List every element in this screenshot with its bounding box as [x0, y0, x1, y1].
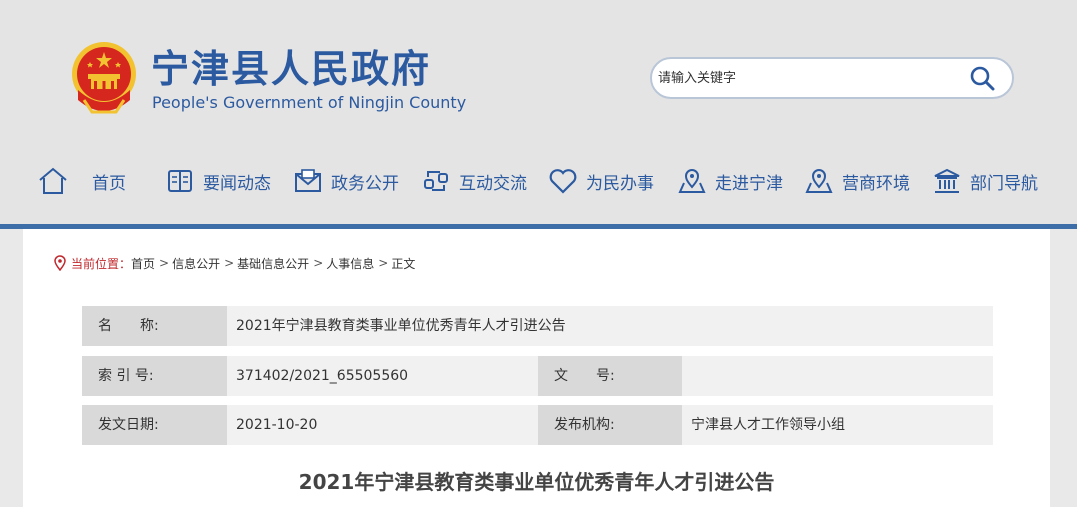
nav-label-departments: 部门导航	[970, 173, 1038, 194]
nav-item-gov-affairs[interactable]: 政务公开	[291, 156, 399, 206]
nav-item-departments[interactable]: 部门导航	[930, 156, 1038, 206]
index-number-label: 索 引 号:	[82, 356, 227, 396]
info-row-name: 名 称: 2021年宁津县教育类事业单位优秀青年人才引进公告	[82, 306, 993, 346]
search-input[interactable]	[656, 63, 946, 93]
search-box	[650, 57, 1014, 99]
breadcrumb-current: 正文	[391, 256, 416, 271]
nav-item-about-ningjin[interactable]: 走进宁津	[675, 156, 783, 206]
national-emblem-logo	[72, 42, 136, 114]
building-icon	[930, 164, 964, 198]
publisher-label: 发布机构:	[538, 405, 682, 445]
site-header: 宁津县人民政府 People's Government of Ningjin C…	[0, 0, 1077, 224]
nav-item-news[interactable]: 要闻动态	[163, 156, 271, 206]
location-map-icon	[675, 164, 709, 198]
nav-label-business-env: 营商环境	[842, 173, 910, 194]
breadcrumb-separator: >	[159, 256, 170, 270]
heart-icon	[546, 164, 580, 198]
breadcrumb-home[interactable]: 首页	[131, 255, 155, 272]
issue-date-value: 2021-10-20	[236, 417, 318, 433]
document-number-value	[682, 356, 691, 396]
issue-date-label: 发文日期:	[82, 405, 227, 445]
breadcrumb-info-public[interactable]: 信息公开	[172, 255, 220, 272]
location-map-icon	[802, 164, 836, 198]
home-icon	[36, 164, 70, 198]
nav-item-business-env[interactable]: 营商环境	[802, 156, 910, 206]
breadcrumb-separator: >	[313, 256, 324, 270]
content-panel: 当前位置： 首页 > 信息公开 > 基础信息公开 > 人事信息 > 正文 名 称…	[23, 229, 1050, 507]
info-row-date: 发文日期: 2021-10-20 发布机构: 宁津县人才工作领导小组	[82, 405, 993, 445]
nav-label-home: 首页	[92, 173, 126, 194]
envelope-icon	[291, 164, 325, 198]
location-pin-icon	[54, 255, 66, 271]
article-title: 2021年宁津县教育类事业单位优秀青年人才引进公告	[298, 470, 775, 494]
breadcrumb-separator: >	[378, 256, 389, 270]
nav-label-gov-affairs: 政务公开	[331, 173, 399, 194]
main-nav: 首页 要闻动态 政务公开 互动交流 为民办事 走进宁津 营商环境 部门导航	[30, 156, 1060, 206]
search-icon	[970, 66, 995, 91]
nav-label-news: 要闻动态	[203, 173, 271, 194]
news-book-icon	[163, 164, 197, 198]
nav-label-services: 为民办事	[586, 173, 654, 194]
breadcrumb: 当前位置： 首页 > 信息公开 > 基础信息公开 > 人事信息 > 正文	[53, 253, 415, 273]
nav-label-about-ningjin: 走进宁津	[715, 173, 783, 194]
info-row-index: 索 引 号: 371402/2021_65505560 文 号:	[82, 356, 993, 396]
exchange-icon	[419, 164, 453, 198]
nav-label-interaction: 互动交流	[459, 173, 527, 194]
nav-item-interaction[interactable]: 互动交流	[419, 156, 527, 206]
breadcrumb-personnel-info[interactable]: 人事信息	[326, 255, 374, 272]
index-number-value: 371402/2021_65505560	[236, 368, 409, 384]
name-label: 名 称:	[82, 306, 227, 346]
search-button[interactable]	[962, 63, 1002, 93]
breadcrumb-lead: 当前位置：	[71, 256, 132, 271]
publisher-value: 宁津县人才工作领导小组	[691, 417, 845, 433]
nav-item-services[interactable]: 为民办事	[546, 156, 654, 206]
document-number-label: 文 号:	[538, 356, 682, 396]
name-value: 2021年宁津县教育类事业单位优秀青年人才引进公告	[236, 318, 566, 334]
site-subtitle: People's Government of Ningjin County	[152, 93, 467, 112]
breadcrumb-separator: >	[224, 256, 235, 270]
breadcrumb-basic-info[interactable]: 基础信息公开	[237, 255, 309, 272]
site-title: 宁津县人民政府	[151, 47, 432, 91]
nav-item-home[interactable]: 首页	[36, 156, 126, 206]
